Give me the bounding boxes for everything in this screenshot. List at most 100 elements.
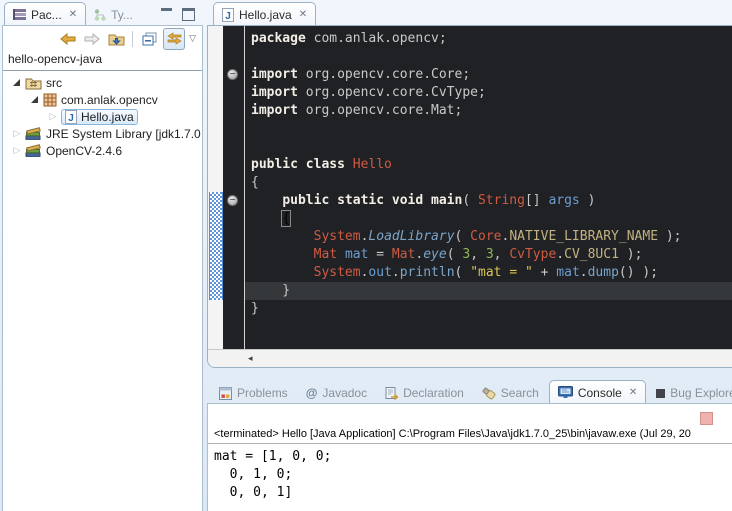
package-explorer-panel: Pac... ✕ Ty...: [2, 2, 203, 511]
back-button[interactable]: [58, 29, 78, 49]
tab-javadoc[interactable]: @ Javadoc: [298, 382, 375, 404]
collapse-all-icon: [142, 32, 157, 46]
minimize-icon[interactable]: [161, 8, 172, 20]
code-line[interactable]: import org.opencv.core.Core;: [245, 66, 732, 84]
editor-frame: −− package com.anlak.opencv; import org.…: [207, 25, 732, 368]
bug-explorer-icon: [656, 389, 665, 398]
terminate-icon[interactable]: [700, 412, 713, 425]
svg-text:J: J: [225, 11, 231, 22]
view-menu-icon[interactable]: ▽: [189, 33, 196, 44]
code-line[interactable]: package com.anlak.opencv;: [245, 30, 732, 48]
svg-text:J: J: [68, 113, 74, 124]
code-line[interactable]: [245, 120, 732, 138]
code-line[interactable]: System.LoadLibrary( Core.NATIVE_LIBRARY_…: [245, 228, 732, 246]
search-flashlight-icon: [482, 387, 496, 400]
collapse-all-button[interactable]: [139, 29, 159, 49]
code-line[interactable]: import org.opencv.core.Mat;: [245, 102, 732, 120]
library-icon: [25, 144, 42, 157]
console-output-line: mat = [1, 0, 0;: [214, 448, 732, 466]
code-line[interactable]: {: [245, 174, 732, 192]
console-icon: [558, 386, 573, 399]
range-indicator: [209, 192, 223, 300]
tab-label: Pac...: [31, 8, 62, 22]
fold-collapse-icon[interactable]: −: [227, 69, 238, 80]
console-output-line: 0, 0, 1]: [214, 484, 732, 502]
collapsed-arrow-icon[interactable]: ▷: [13, 128, 21, 139]
expand-arrow-icon[interactable]: [31, 96, 38, 103]
java-file-icon: J: [65, 110, 77, 124]
tab-label: Ty...: [111, 8, 133, 22]
tree-item-label: OpenCV-2.4.6: [46, 144, 122, 158]
editor-area: J Hello.java ✕ −− package com.anlak.open…: [207, 2, 732, 368]
tree-item-jre-library[interactable]: ▷ JRE System Library [jdk1.7.0: [3, 125, 202, 142]
annotation-ruler[interactable]: [208, 26, 223, 350]
tree-item-package[interactable]: com.anlak.opencv: [3, 91, 202, 108]
problems-icon: [219, 387, 232, 400]
code-area[interactable]: package com.anlak.opencv; import org.ope…: [245, 26, 732, 350]
tree-item-label: src: [46, 76, 62, 90]
tab-hello-java[interactable]: J Hello.java ✕: [213, 2, 316, 26]
package-folder-icon: [25, 76, 42, 90]
expand-arrow-icon[interactable]: [13, 79, 20, 86]
tree-item-label: Hello.java: [81, 110, 134, 124]
console-toolbar: [208, 404, 732, 428]
code-line[interactable]: System.out.println( "mat = " + mat.dump(…: [245, 264, 732, 282]
horizontal-sash[interactable]: [207, 368, 732, 379]
up-button[interactable]: [106, 29, 126, 49]
project-tree: src com.anlak.opencv ▷ J Hello.java: [3, 71, 202, 159]
package-icon: [43, 93, 57, 107]
console-tab-row: Problems @ Javadoc Declaration Search: [207, 379, 732, 404]
close-icon[interactable]: ✕: [69, 9, 77, 20]
java-file-icon: J: [222, 8, 234, 22]
back-arrow-icon: [60, 33, 76, 45]
console-status-line: <terminated> Hello [Java Application] C:…: [208, 428, 732, 444]
declaration-icon: [385, 387, 398, 400]
tab-search[interactable]: Search: [474, 382, 547, 404]
folding-ruler[interactable]: −−: [223, 26, 244, 350]
code-line[interactable]: [245, 138, 732, 156]
code-line[interactable]: }: [245, 282, 732, 300]
forward-button[interactable]: [82, 29, 102, 49]
explorer-toolbar: ▽: [3, 26, 202, 51]
code-line[interactable]: [245, 48, 732, 66]
package-explorer-icon: [13, 9, 26, 21]
console-content: <terminated> Hello [Java Application] C:…: [207, 403, 732, 511]
console-panel: Problems @ Javadoc Declaration Search: [207, 379, 732, 511]
tab-bug-explorer[interactable]: Bug Explorer: [648, 382, 732, 404]
collapsed-arrow-icon[interactable]: ▷: [49, 111, 57, 122]
tree-item-hello-java[interactable]: ▷ J Hello.java: [3, 108, 202, 125]
link-with-editor-button[interactable]: [163, 28, 185, 50]
up-folder-icon: [108, 32, 125, 46]
scroll-left-icon[interactable]: ◂: [248, 353, 253, 364]
explorer-body: ▽ hello-opencv-java src com.anlak.opencv: [2, 25, 203, 511]
tree-item-src[interactable]: src: [3, 74, 202, 91]
code-line[interactable]: }: [245, 300, 732, 318]
code-line[interactable]: public class Hello: [245, 156, 732, 174]
editor-tab-row: J Hello.java ✕: [207, 2, 732, 26]
javadoc-icon: @: [306, 386, 318, 400]
type-hierarchy-icon: [94, 9, 106, 21]
console-output[interactable]: mat = [1, 0, 0; 0, 1, 0; 0, 0, 1]: [208, 444, 732, 502]
tab-declaration[interactable]: Declaration: [377, 382, 472, 404]
close-icon[interactable]: ✕: [299, 9, 307, 20]
code-line[interactable]: {: [245, 210, 732, 228]
tab-type-hierarchy[interactable]: Ty...: [86, 4, 141, 26]
collapsed-arrow-icon[interactable]: ▷: [13, 145, 21, 156]
tab-console[interactable]: Console ✕: [549, 380, 646, 404]
tab-problems[interactable]: Problems: [211, 382, 296, 404]
tab-label: Declaration: [403, 386, 464, 400]
toolbar-separator: [132, 31, 133, 47]
tree-item-opencv-library[interactable]: ▷ OpenCV-2.4.6: [3, 142, 202, 159]
code-line[interactable]: Mat mat = Mat.eye( 3, 3, CvType.CV_8UC1 …: [245, 246, 732, 264]
selected-item-highlight[interactable]: J Hello.java: [61, 109, 138, 125]
horizontal-scrollbar[interactable]: ◂: [208, 349, 732, 367]
maximize-icon[interactable]: [182, 8, 195, 21]
fold-collapse-icon[interactable]: −: [227, 195, 238, 206]
tab-label: Problems: [237, 386, 288, 400]
forward-arrow-icon: [84, 33, 100, 45]
tab-label: Hello.java: [239, 8, 292, 22]
code-line[interactable]: import org.opencv.core.CvType;: [245, 84, 732, 102]
code-line[interactable]: public static void main( String[] args ): [245, 192, 732, 210]
tab-package-explorer[interactable]: Pac... ✕: [4, 2, 86, 26]
close-icon[interactable]: ✕: [629, 387, 637, 398]
